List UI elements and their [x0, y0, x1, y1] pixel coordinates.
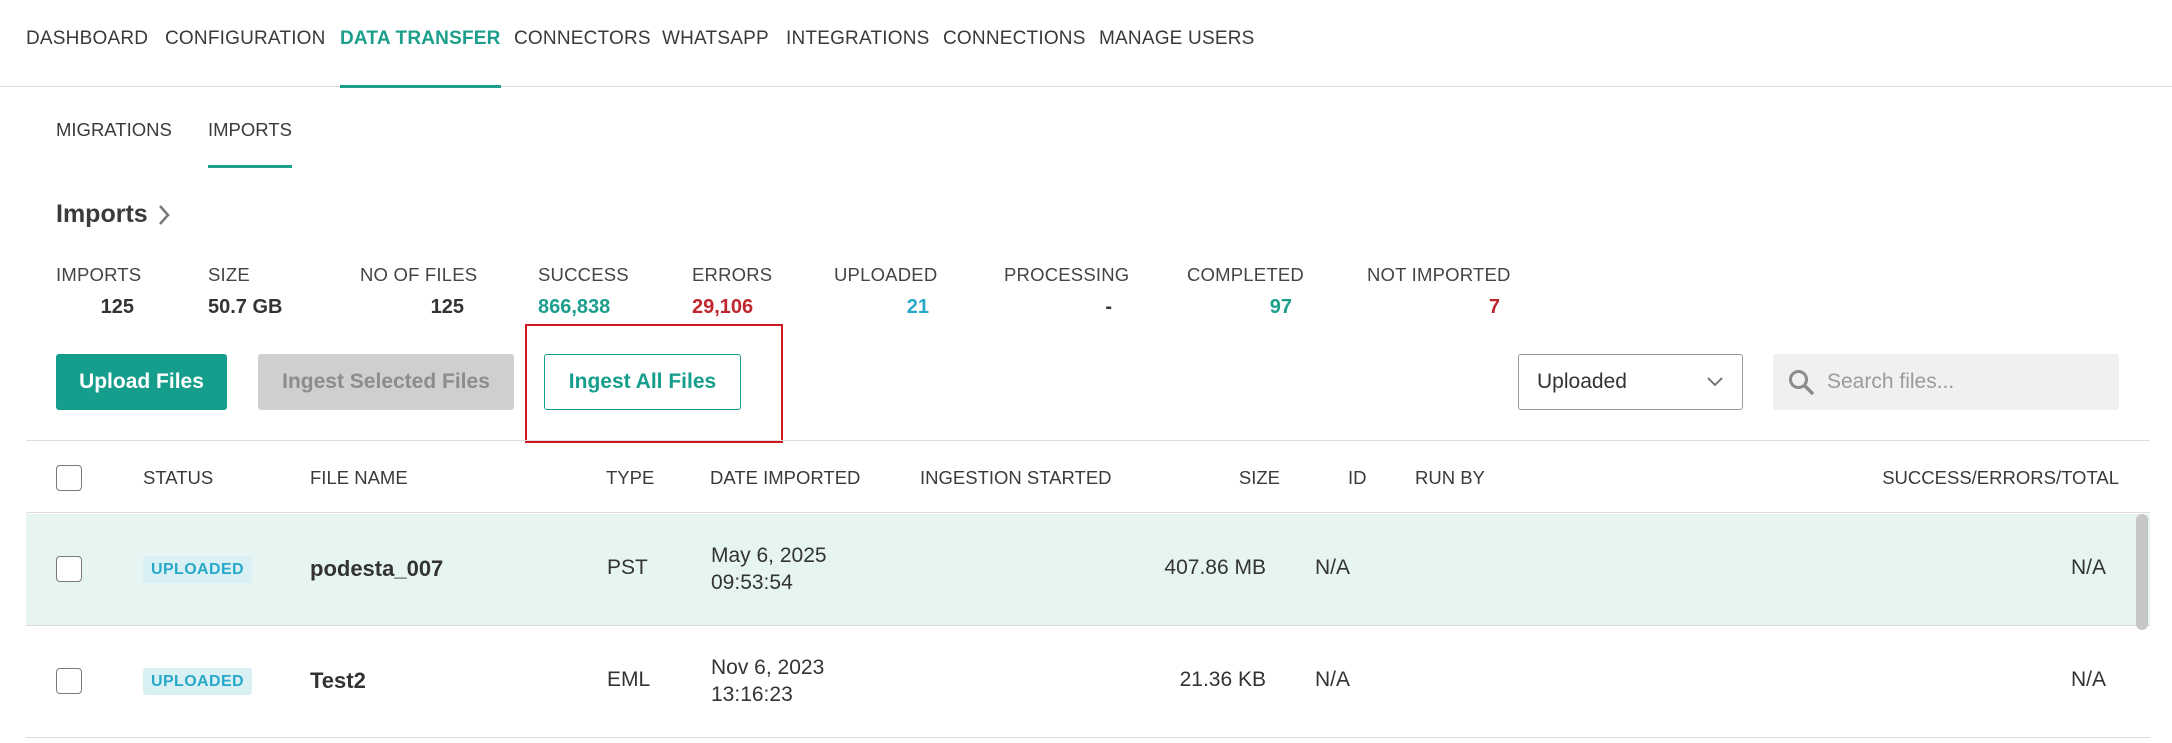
file-id: N/A	[1315, 668, 1351, 691]
stat-label: SUCCESS	[538, 264, 629, 285]
highlight-annotation-box	[525, 324, 783, 443]
tab-integrations[interactable]: INTEGRATIONS	[786, 0, 930, 87]
stat-value: 97	[1269, 296, 1292, 318]
search-icon	[1789, 370, 1814, 395]
stat-value: 50.7 GB	[208, 296, 283, 318]
search-box	[1773, 354, 2119, 410]
tab-configuration[interactable]: CONFIGURATION	[165, 0, 326, 87]
date-imported-date: Nov 6, 2023	[711, 656, 825, 679]
stat-label: NOT IMPORTED	[1367, 264, 1511, 285]
subtab-imports[interactable]: IMPORTS	[208, 110, 292, 168]
success-errors-total: N/A	[2070, 668, 2106, 691]
file-size: 21.36 KB	[1179, 668, 1266, 691]
status-filter-value: Uploaded	[1537, 370, 1627, 393]
status-badge: UPLOADED	[143, 556, 252, 583]
date-imported-time: 09:53:54	[711, 571, 793, 594]
page-title[interactable]: Imports	[56, 200, 171, 229]
subtab-migrations[interactable]: MIGRATIONS	[56, 110, 172, 168]
stat-label: SIZE	[208, 264, 250, 285]
stat-value: 29,106	[692, 296, 754, 318]
table-header: STATUS FILE NAME TYPE DATE IMPORTED INGE…	[26, 440, 2150, 513]
row-checkbox[interactable]	[56, 556, 82, 582]
stat-errors: ERRORS 29,106	[692, 264, 773, 319]
date-imported: May 6, 2025 09:53:54	[711, 542, 827, 596]
stat-no-of-files: NO OF FILES 125	[360, 264, 478, 319]
chevron-down-icon	[1707, 377, 1723, 387]
stat-label: UPLOADED	[834, 264, 938, 285]
stat-value: 866,838	[538, 296, 611, 318]
row-checkbox[interactable]	[56, 668, 82, 694]
column-header-id[interactable]: ID	[1348, 441, 1367, 514]
stat-value: 125	[430, 296, 464, 318]
table-row[interactable]: UPLOADED podesta_007 PST May 6, 2025 09:…	[26, 514, 2150, 626]
top-navigation: DASHBOARD CONFIGURATION DATA TRANSFER CO…	[0, 0, 2172, 88]
tab-dashboard[interactable]: DASHBOARD	[26, 0, 148, 87]
stat-label: IMPORTS	[56, 264, 142, 285]
file-name: podesta_007	[310, 556, 444, 581]
column-header-date-imported[interactable]: DATE IMPORTED	[710, 441, 860, 514]
stat-label: COMPLETED	[1187, 264, 1304, 285]
stat-completed: COMPLETED 97	[1187, 264, 1304, 319]
date-imported: Nov 6, 2023 13:16:23	[711, 654, 824, 708]
success-errors-total: N/A	[2070, 556, 2106, 579]
upload-files-button[interactable]: Upload Files	[56, 354, 227, 410]
stat-not-imported: NOT IMPORTED 7	[1367, 264, 1511, 319]
stat-processing: PROCESSING -	[1004, 264, 1130, 319]
table-row[interactable]: UPLOADED Test2 EML Nov 6, 2023 13:16:23 …	[26, 626, 2150, 738]
column-header-success-errors-total[interactable]: SUCCESS/ERRORS/TOTAL	[1826, 441, 2119, 514]
column-header-status[interactable]: STATUS	[143, 441, 213, 514]
status-filter-dropdown[interactable]: Uploaded	[1518, 354, 1743, 410]
tab-connectors[interactable]: CONNECTORS	[514, 0, 651, 87]
stat-value: 125	[100, 296, 134, 318]
tab-data-transfer[interactable]: DATA TRANSFER	[340, 0, 501, 88]
select-all-checkbox[interactable]	[56, 465, 82, 491]
stat-uploaded: UPLOADED 21	[834, 264, 938, 319]
column-header-type[interactable]: TYPE	[606, 441, 654, 514]
file-type: PST	[607, 556, 648, 579]
column-header-ingestion-started[interactable]: INGESTION STARTED	[920, 441, 1112, 514]
tab-whatsapp[interactable]: WHATSAPP	[662, 0, 769, 87]
status-badge: UPLOADED	[143, 668, 252, 695]
table-scrollbar[interactable]	[2136, 514, 2148, 630]
file-id: N/A	[1315, 556, 1351, 579]
column-header-size[interactable]: SIZE	[1200, 441, 1280, 514]
stat-value: -	[1105, 296, 1112, 318]
stat-value: 7	[1488, 296, 1500, 318]
tab-manage-users[interactable]: MANAGE USERS	[1099, 0, 1255, 87]
stat-imports: IMPORTS 125	[56, 264, 142, 319]
chevron-right-icon	[158, 204, 170, 225]
column-header-run-by[interactable]: RUN BY	[1415, 441, 1485, 514]
column-header-file-name[interactable]: FILE NAME	[310, 441, 408, 514]
stat-label: NO OF FILES	[360, 264, 478, 285]
stat-success: SUCCESS 866,838	[538, 264, 629, 319]
search-input[interactable]	[1827, 370, 2107, 394]
file-size: 407.86 MB	[1164, 556, 1266, 579]
stat-size: SIZE 50.7 GB	[208, 264, 285, 319]
stat-label: ERRORS	[692, 264, 773, 285]
page-title-text: Imports	[56, 200, 148, 228]
date-imported-date: May 6, 2025	[711, 544, 827, 567]
file-name: Test2	[310, 668, 366, 693]
date-imported-time: 13:16:23	[711, 683, 793, 706]
file-type: EML	[607, 668, 651, 691]
stat-label: PROCESSING	[1004, 264, 1130, 285]
stat-value: 21	[906, 296, 929, 318]
tab-connections[interactable]: CONNECTIONS	[943, 0, 1086, 87]
ingest-selected-files-button: Ingest Selected Files	[258, 354, 514, 410]
